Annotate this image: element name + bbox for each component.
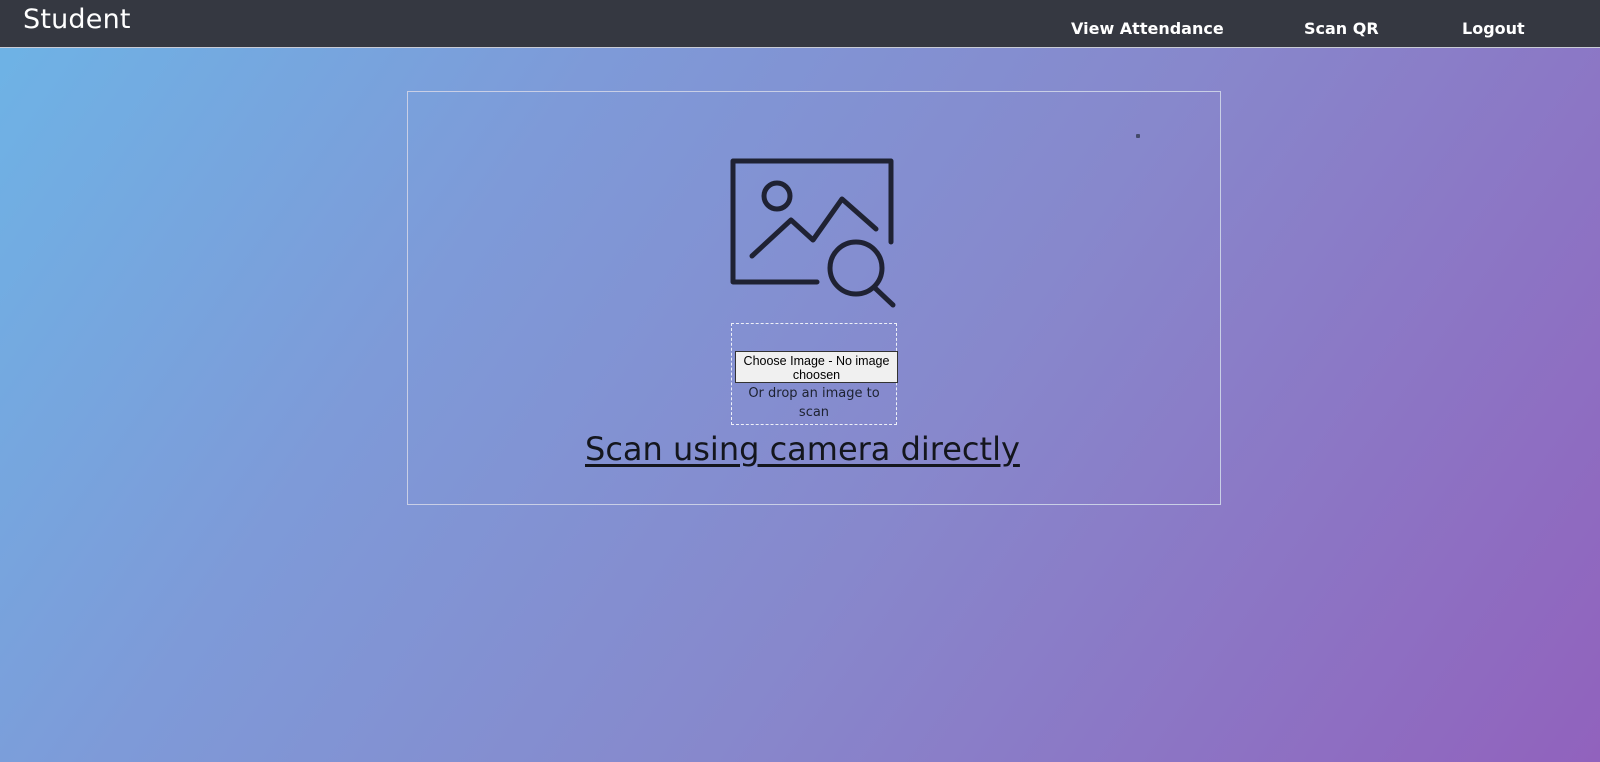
decorative-dot	[1136, 134, 1140, 138]
nav-view-attendance-link[interactable]: View Attendance	[1071, 19, 1224, 38]
drop-instructions-text: Or drop an image to scan	[748, 386, 880, 420]
nav-scan-qr-link[interactable]: Scan QR	[1304, 19, 1379, 38]
choose-image-button[interactable]: Choose Image - No image choosen	[735, 351, 898, 383]
image-search-icon	[730, 158, 896, 308]
scan-with-camera-link[interactable]: Scan using camera directly	[585, 430, 1020, 468]
brand-title: Student	[23, 4, 131, 35]
nav-logout-link[interactable]: Logout	[1462, 19, 1525, 38]
top-navbar: Student View Attendance Scan QR Logout	[0, 0, 1600, 48]
